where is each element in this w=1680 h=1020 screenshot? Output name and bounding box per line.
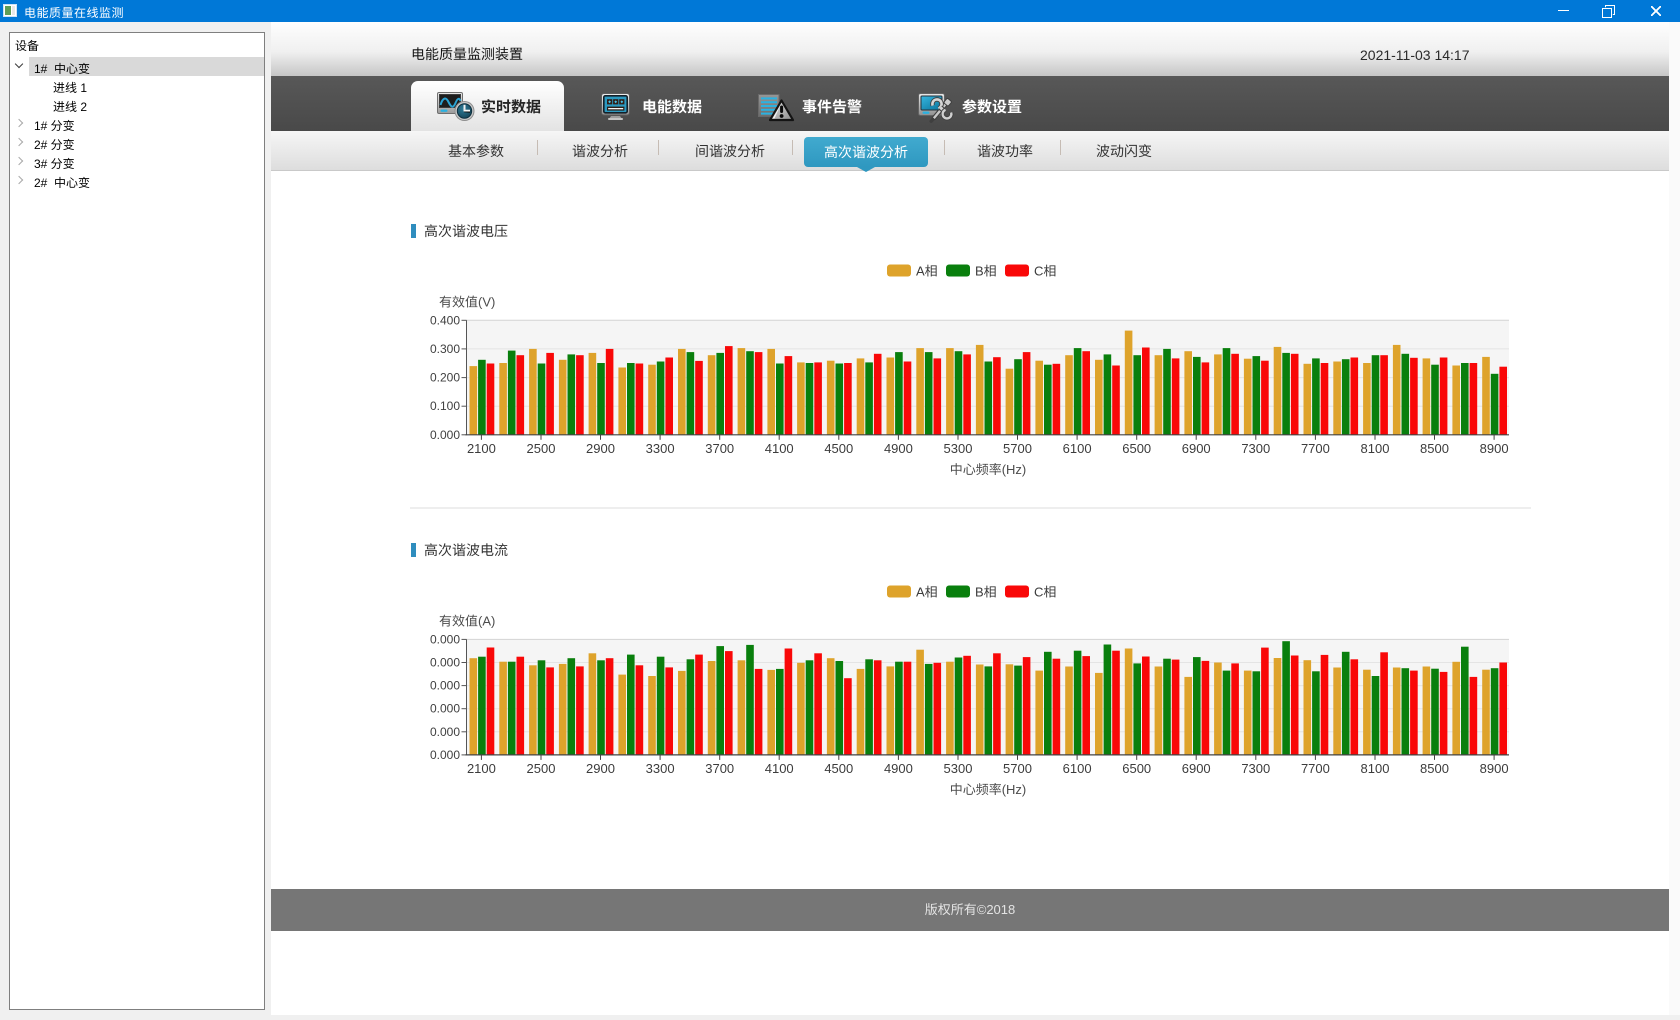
svg-text:0.100: 0.100 xyxy=(430,399,460,413)
svg-text:5300: 5300 xyxy=(944,761,973,776)
svg-text:0.000: 0.000 xyxy=(430,702,460,716)
svg-text:6100: 6100 xyxy=(1063,441,1092,456)
svg-text:C相: C相 xyxy=(1034,264,1056,279)
svg-text:0.000: 0.000 xyxy=(430,632,460,646)
svg-text:2500: 2500 xyxy=(527,761,556,776)
svg-text:2100: 2100 xyxy=(467,441,496,456)
svg-text:4100: 4100 xyxy=(765,761,794,776)
svg-text:高次谐波电流: 高次谐波电流 xyxy=(424,542,508,558)
svg-text:0.200: 0.200 xyxy=(430,371,460,385)
svg-text:8500: 8500 xyxy=(1420,761,1449,776)
svg-text:7300: 7300 xyxy=(1241,761,1270,776)
svg-text:8900: 8900 xyxy=(1480,761,1509,776)
svg-text:8500: 8500 xyxy=(1420,441,1449,456)
svg-text:5700: 5700 xyxy=(1003,761,1032,776)
svg-text:5300: 5300 xyxy=(944,441,973,456)
svg-text:8900: 8900 xyxy=(1480,441,1509,456)
svg-text:中心频率(Hz): 中心频率(Hz) xyxy=(950,462,1027,477)
svg-text:6500: 6500 xyxy=(1122,441,1151,456)
svg-text:6900: 6900 xyxy=(1182,441,1211,456)
svg-text:4500: 4500 xyxy=(824,761,853,776)
svg-text:0.000: 0.000 xyxy=(430,679,460,693)
svg-text:高次谐波电压: 高次谐波电压 xyxy=(424,223,508,239)
svg-text:2900: 2900 xyxy=(586,761,615,776)
svg-text:A相: A相 xyxy=(916,585,938,600)
svg-text:3700: 3700 xyxy=(705,761,734,776)
svg-text:2900: 2900 xyxy=(586,441,615,456)
svg-text:4100: 4100 xyxy=(765,441,794,456)
svg-text:有效值(V): 有效值(V) xyxy=(439,294,495,309)
svg-text:8100: 8100 xyxy=(1361,441,1390,456)
svg-text:5700: 5700 xyxy=(1003,441,1032,456)
svg-text:6500: 6500 xyxy=(1122,761,1151,776)
svg-text:有效值(A): 有效值(A) xyxy=(439,613,495,628)
svg-text:8100: 8100 xyxy=(1361,761,1390,776)
svg-text:C相: C相 xyxy=(1034,585,1056,600)
svg-text:7700: 7700 xyxy=(1301,761,1330,776)
svg-text:4900: 4900 xyxy=(884,761,913,776)
svg-text:B相: B相 xyxy=(975,264,997,279)
svg-text:0.000: 0.000 xyxy=(430,748,460,762)
svg-text:7700: 7700 xyxy=(1301,441,1330,456)
svg-text:0.000: 0.000 xyxy=(430,725,460,739)
svg-text:6100: 6100 xyxy=(1063,761,1092,776)
svg-text:中心频率(Hz): 中心频率(Hz) xyxy=(950,782,1027,797)
svg-text:7300: 7300 xyxy=(1241,441,1270,456)
svg-text:0.300: 0.300 xyxy=(430,342,460,356)
svg-text:B相: B相 xyxy=(975,585,997,600)
svg-text:4500: 4500 xyxy=(824,441,853,456)
svg-text:3300: 3300 xyxy=(646,441,675,456)
svg-text:3300: 3300 xyxy=(646,761,675,776)
svg-text:4900: 4900 xyxy=(884,441,913,456)
svg-text:0.000: 0.000 xyxy=(430,656,460,670)
svg-text:6900: 6900 xyxy=(1182,761,1211,776)
svg-text:2500: 2500 xyxy=(527,441,556,456)
svg-text:0.400: 0.400 xyxy=(430,313,460,327)
svg-text:A相: A相 xyxy=(916,264,938,279)
svg-text:2100: 2100 xyxy=(467,761,496,776)
svg-text:3700: 3700 xyxy=(705,441,734,456)
svg-text:0.000: 0.000 xyxy=(430,428,460,442)
